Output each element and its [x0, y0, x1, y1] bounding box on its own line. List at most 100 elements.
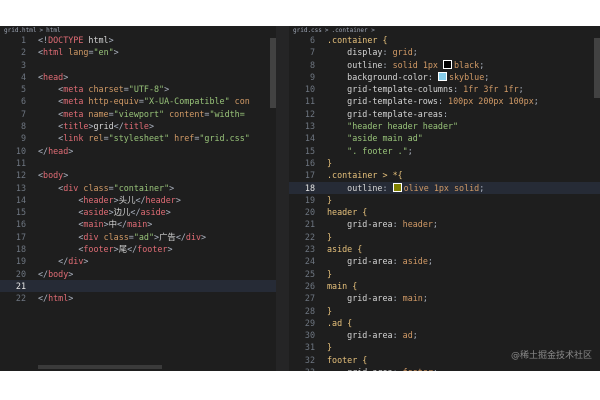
- code-line[interactable]: 16 <main>中</main>: [0, 218, 276, 230]
- code-line[interactable]: 10 grid-template-columns: 1fr 3fr 1fr;: [289, 83, 600, 95]
- code-line[interactable]: 5 <meta charset="UTF-8">: [0, 83, 276, 95]
- code-line[interactable]: 8 outline: solid 1px black;: [289, 59, 600, 71]
- code-line[interactable]: 15 <aside>边儿</aside>: [0, 206, 276, 218]
- code-line[interactable]: 14 <header>头儿</header>: [0, 194, 276, 206]
- code-token: <!: [38, 35, 49, 45]
- breadcrumb-item[interactable]: .container >: [332, 27, 375, 34]
- code-line[interactable]: 29 .ad {: [289, 317, 600, 329]
- code-line[interactable]: 17 <div class="ad">广告</div>: [0, 231, 276, 243]
- code-token: olive: [403, 182, 434, 193]
- code-line[interactable]: 12 <body>: [0, 169, 276, 181]
- code-token: >: [63, 170, 69, 181]
- code-line[interactable]: 28}: [289, 305, 600, 317]
- line-number: 21: [304, 219, 315, 230]
- code-line[interactable]: 26 main {: [289, 280, 600, 292]
- code-line[interactable]: 2 <html lang="en">: [0, 46, 276, 58]
- code-token: class: [78, 182, 109, 193]
- code-area[interactable]: 1 <!DOCTYPE html> 2 <html lang="en"> 3 4 <head…: [0, 34, 276, 305]
- code-line[interactable]: 12 grid-template-areas:: [289, 108, 600, 120]
- code-line[interactable]: 1 <!DOCTYPE html>: [0, 34, 276, 46]
- code-token: aside: [327, 244, 358, 255]
- code-area[interactable]: 6 .container {7 display: grid; 8 outline: …: [289, 34, 600, 371]
- code-token: main: [127, 219, 148, 230]
- code-token: >: [113, 47, 119, 58]
- code-line[interactable]: 13 <div class="container">: [0, 182, 276, 194]
- vertical-scrollbar[interactable]: [594, 38, 600, 98]
- code-token: 中: [108, 219, 117, 230]
- line-number: 16: [15, 219, 26, 230]
- html-editor-pane[interactable]: grid.html > html 1 <!DOCTYPE html> 2 <html la…: [0, 26, 276, 371]
- code-line[interactable]: 20 header {: [289, 206, 600, 218]
- code-line[interactable]: 33 grid-area: footer;: [289, 366, 600, 371]
- code-token: ;: [422, 293, 428, 304]
- code-token: header: [327, 207, 363, 218]
- code-line[interactable]: 30 grid-area: ad;: [289, 329, 600, 341]
- code-token: >: [108, 35, 114, 45]
- code-line[interactable]: 27 grid-area: main;: [289, 292, 600, 304]
- code-line[interactable]: 14 "aside main ad": [289, 132, 600, 144]
- code-line[interactable]: 18 outline: olive 1px solid;: [289, 181, 600, 194]
- line-number: 5: [20, 84, 26, 95]
- line-number: 14: [15, 194, 26, 205]
- code-line[interactable]: 21: [0, 279, 276, 293]
- code-token: "stylesheet": [108, 133, 170, 144]
- code-token: lang: [63, 47, 89, 58]
- code-token: ;: [412, 47, 418, 58]
- color-swatch-icon[interactable]: [443, 59, 452, 69]
- code-line[interactable]: 22 </html>: [0, 292, 276, 304]
- code-line[interactable]: 11 grid-template-rows: 100px 200px 100px…: [289, 95, 600, 107]
- code-line[interactable]: 19}: [289, 194, 600, 206]
- code-line[interactable]: 21 grid-area: header;: [289, 218, 600, 230]
- code-line[interactable]: 10 </head>: [0, 145, 276, 157]
- breadcrumb-item[interactable]: html: [46, 27, 60, 34]
- code-token: grid-area: [327, 367, 392, 371]
- line-number: 31: [304, 342, 315, 353]
- code-token: </: [38, 293, 49, 304]
- code-token: aside: [402, 256, 428, 267]
- code-line[interactable]: 6 .container {: [289, 34, 600, 46]
- code-line[interactable]: 6 <meta http-equiv="X-UA-Compatible" con: [0, 95, 276, 107]
- code-token: ;: [484, 71, 490, 82]
- code-token: }: [327, 194, 333, 205]
- code-line[interactable]: 9 <link rel="stylesheet" href="grid.css": [0, 132, 276, 144]
- code-line[interactable]: 16}: [289, 157, 600, 169]
- breadcrumb-item[interactable]: grid.html: [4, 27, 37, 34]
- code-token: header: [402, 219, 433, 230]
- code-line[interactable]: 13 "header header header": [289, 120, 600, 132]
- color-swatch-icon[interactable]: [437, 71, 447, 81]
- code-line[interactable]: 8 <title>grid</title>: [0, 120, 276, 132]
- code-token: grid-template-columns: [327, 84, 454, 95]
- code-line[interactable]: 22}: [289, 231, 600, 243]
- code-token: >: [68, 268, 74, 279]
- code-line[interactable]: 15 ". footer .";: [289, 145, 600, 157]
- code-line[interactable]: 3: [0, 59, 276, 71]
- code-token: 1px: [422, 59, 443, 70]
- line-number: 18: [15, 244, 26, 255]
- code-token: meta: [63, 84, 84, 95]
- horizontal-scrollbar[interactable]: [38, 365, 162, 369]
- css-editor-pane[interactable]: grid.css > .container > 6 .container {7 dis…: [289, 26, 600, 371]
- code-line[interactable]: 7 <meta name="viewport" content="width=: [0, 108, 276, 120]
- code-line[interactable]: 11: [0, 157, 276, 169]
- code-line[interactable]: 7 display: grid;: [289, 46, 600, 58]
- breadcrumb-item[interactable]: grid.css: [293, 27, 322, 34]
- color-swatch-icon[interactable]: [392, 182, 402, 192]
- code-line[interactable]: 17 .container > *{: [289, 169, 600, 181]
- code-token: body: [48, 268, 69, 279]
- code-line[interactable]: 25}: [289, 268, 600, 280]
- code-line[interactable]: 4 <head>: [0, 71, 276, 83]
- code-line[interactable]: 19 </div>: [0, 255, 276, 267]
- code-line[interactable]: 24 grid-area: aside;: [289, 255, 600, 267]
- line-number: 28: [304, 305, 315, 316]
- code-line[interactable]: 20 </body>: [0, 268, 276, 280]
- code-token: 1px: [433, 182, 454, 193]
- pane-divider[interactable]: [276, 26, 289, 371]
- code-token: }: [327, 268, 333, 279]
- code-token: :: [427, 71, 438, 82]
- code-line[interactable]: 9 background-color: skyblue;: [289, 71, 600, 83]
- code-line[interactable]: 18 <footer>尾</footer>: [0, 243, 276, 255]
- code-line[interactable]: 23 aside {: [289, 243, 600, 255]
- code-token: footer: [403, 367, 433, 371]
- code-token: }: [327, 231, 333, 242]
